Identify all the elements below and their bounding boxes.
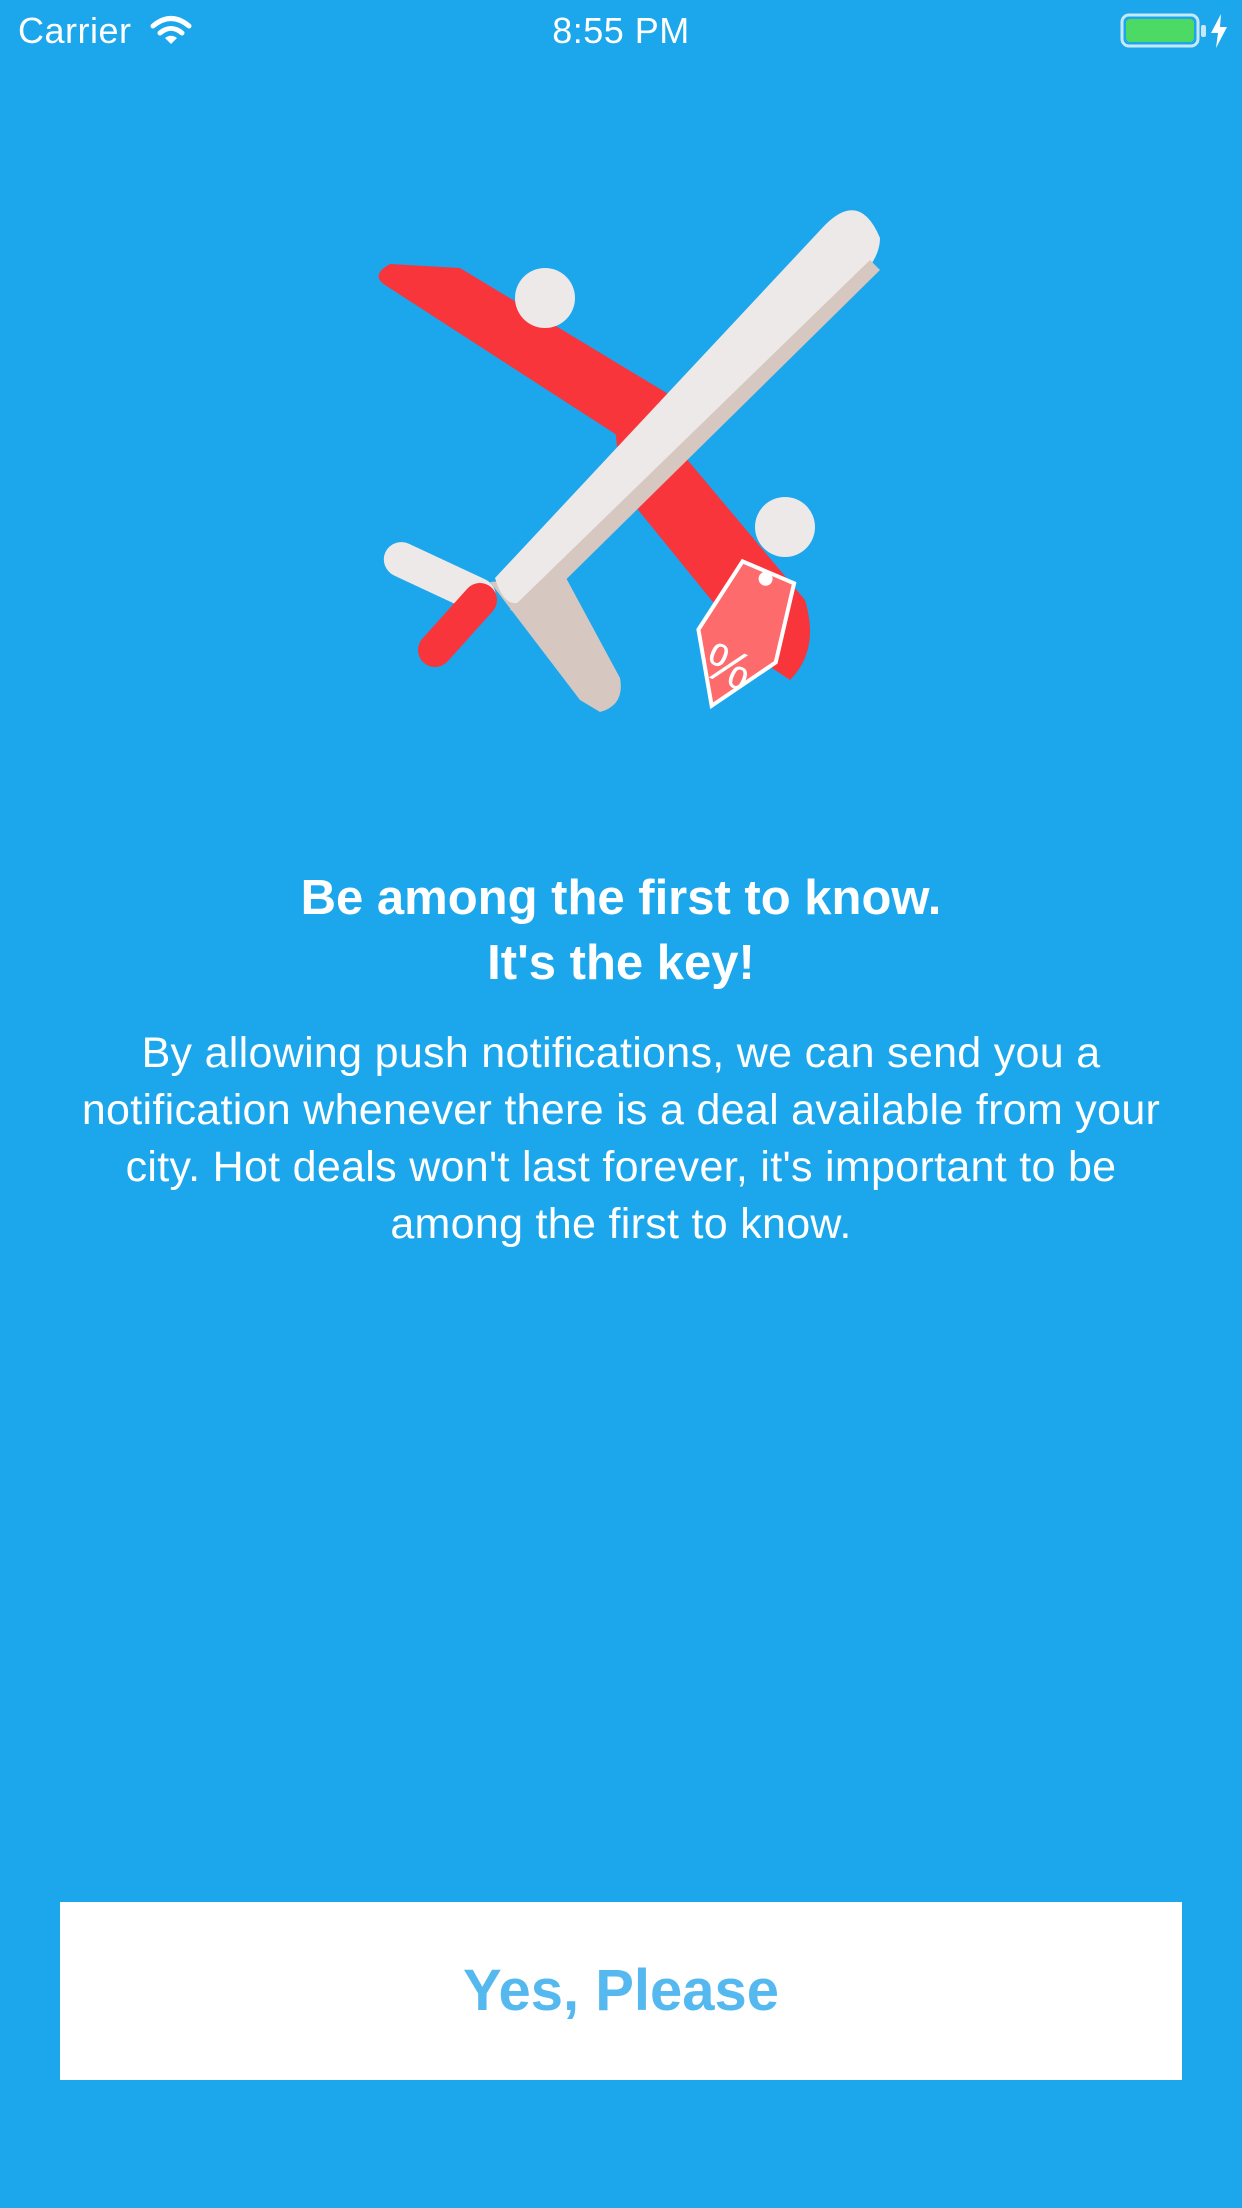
page-title-line-1: Be among the first to know. [300, 871, 942, 925]
battery-icon [1120, 13, 1206, 48]
charging-icon [1211, 14, 1227, 48]
description: By allowing push notifications, we can s… [81, 1029, 1161, 1248]
yes-please-button[interactable]: Yes, Please [60, 1902, 1182, 2080]
page-title-line-2: It's the key! [487, 936, 755, 990]
battery-level [1126, 19, 1194, 42]
page-title: Be among the first to know. It's the key… [60, 866, 1182, 996]
airplane-sale-tag-icon: % [378, 210, 880, 712]
status-time: 8:55 PM [552, 10, 690, 51]
status-bar: Carrier 8:55 PM [0, 0, 1242, 62]
